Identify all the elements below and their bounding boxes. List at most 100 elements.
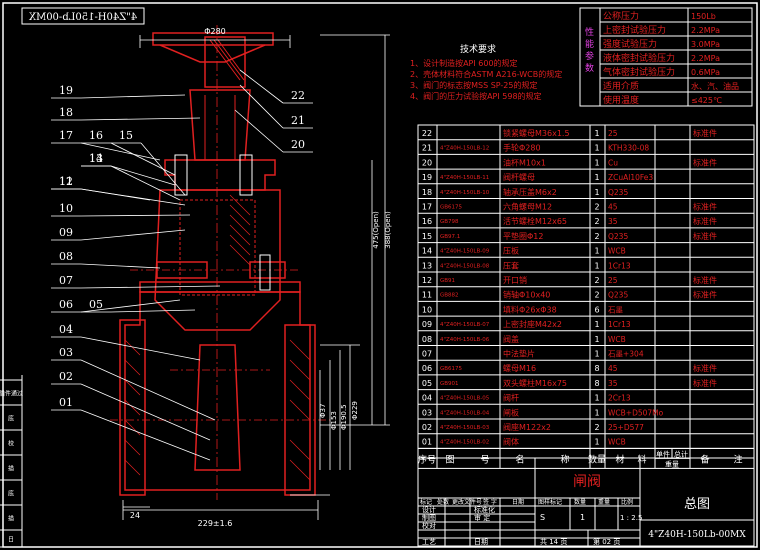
bom-material: ZCuAl10Fe3 <box>608 173 653 182</box>
bom-row: 17 GB6175 六角螺母M12 2 45 标准件 <box>422 202 717 212</box>
bom-qty: 1 <box>594 320 599 329</box>
bom-qty: 2 <box>594 276 599 285</box>
bom-index: 06 <box>422 364 432 373</box>
tb-stage-value: S <box>540 513 545 522</box>
callout-label-05: 05 <box>89 298 103 311</box>
left-strip-cell: 借件通过 <box>0 390 23 398</box>
bom-remark: 标准件 <box>693 216 717 226</box>
bom-part-name: 锁紧螺母M36x1.5 <box>503 128 570 138</box>
bom-remark: 标准件 <box>693 202 717 212</box>
bom-material: WCB+D507Mo <box>608 408 664 417</box>
bom-part-name: 压板 <box>503 246 519 256</box>
bom-part-name: 油杯M10x1 <box>503 157 546 167</box>
bom-index: 17 <box>422 203 432 212</box>
tb-check: 校对 <box>422 521 436 530</box>
perf-row-value: 3.0MPa <box>691 40 720 49</box>
bom-header-cell: 注 <box>733 453 742 465</box>
bom-qty: 1 <box>594 173 599 182</box>
callout-label-20: 20 <box>291 138 305 151</box>
callout-label-15: 15 <box>119 129 133 142</box>
bom-row: 15 GB97.1 平垫圈Φ12 2 Q235 标准件 <box>422 231 717 241</box>
tb-std: 标准化 <box>474 505 495 514</box>
perf-row-value: 150Lb <box>691 12 716 21</box>
tb-stage-label: 图样标记 <box>538 498 562 506</box>
bom-drawing-no: 4"Z40H-150LB-04 <box>440 410 490 416</box>
bom-row: 04 4"Z40H-150LB-05 阀杆 1 2Cr13 <box>422 393 631 403</box>
bom-drawing-no: 4"Z40H-150LB-06 <box>440 337 490 343</box>
bom-index: 16 <box>422 217 432 226</box>
bom-drawing-no: 4"Z40H-150LB-10 <box>440 190 490 196</box>
perf-row-value: ≤425℃ <box>691 96 722 105</box>
bom-material: KTH330-08 <box>608 144 649 153</box>
perf-row-label: 液体密封试验压力 <box>603 52 675 64</box>
bom-row: 20 油杯M10x1 1 Cu 标准件 <box>422 157 717 167</box>
title-block-type: 总图 <box>684 497 710 512</box>
tech-req-item: 4、阀门的压力试验按API 598的规定 <box>410 91 542 101</box>
mirrored-drawing-code: 4"Z40H-150Lb-00MX <box>28 12 137 23</box>
bom-index: 10 <box>422 305 432 314</box>
bom-header-cell: 备 <box>700 453 709 465</box>
tb-marks-label: 标记 <box>420 498 432 506</box>
bom-index: 03 <box>422 408 432 417</box>
bom-drawing-no: 4"Z40H-150LB-02 <box>440 440 489 446</box>
tb-qty-value: 1 <box>580 513 585 522</box>
bom-index: 01 <box>422 438 432 447</box>
bom-row: 18 4"Z40H-150LB-10 轴承压盖M6x2 1 Q235 <box>422 187 629 197</box>
bom-part-name: 双头螺柱M16x75 <box>503 378 567 388</box>
bom-material: 石墨+304 <box>608 350 644 359</box>
bom-qty: 1 <box>594 144 599 153</box>
bom-row: 07 中法垫片 1 石墨+304 <box>422 349 644 359</box>
perf-row-value: 2.2MPa <box>691 54 720 63</box>
perf-row-value: 2.2MPa <box>691 26 720 35</box>
bom-header-cell: 序号 <box>418 453 436 465</box>
bom-part-name: 阀杆螺母 <box>503 172 535 182</box>
bom-material: 1Cr13 <box>608 320 631 329</box>
dim-d1: Φ37 <box>319 404 327 418</box>
tb-sign-label: 签 字 <box>483 498 497 506</box>
bom-qty: 2 <box>594 232 599 241</box>
tech-req-item: 1、设计制造按API 600的规定 <box>410 58 518 68</box>
left-strip-cell: 描 <box>8 465 14 473</box>
bom-part-name: 阀体 <box>503 437 519 447</box>
bom-material: Q235 <box>608 188 628 197</box>
bom-row: 05 GB901 双头螺柱M16x75 8 35 标准件 <box>422 378 717 388</box>
bom-part-name: 销轴Φ10x40 <box>503 290 550 300</box>
bom-row: 06 GB6175 螺母M16 8 45 标准件 <box>422 363 717 373</box>
bom-part-name: 闸板 <box>503 407 519 417</box>
bom-header-cell: 名 <box>515 453 524 465</box>
bom-material: WCB <box>608 335 626 344</box>
perf-row-value: 0.6MPa <box>691 68 720 77</box>
cad-drawing: 4"Z40H-150Lb-00MX 借件通过底校描底描日 Φ280 475(Op… <box>0 2 758 548</box>
perf-row-label: 上密封试验压力 <box>603 24 666 36</box>
left-strip-cell: 底 <box>8 415 14 423</box>
bom-qty: 2 <box>594 217 599 226</box>
bom-qty: 1 <box>594 261 599 270</box>
bom-qty: 2 <box>594 291 599 300</box>
bom-drawing-no: 4"Z40H-150LB-07 <box>440 322 490 328</box>
bom-part-name: 阀座M122x2 <box>503 422 551 432</box>
bom-drawing-no: 4"Z40H-150LB-08 <box>440 263 490 269</box>
title-block-code: 4"Z40H-150Lb-00MX <box>648 530 746 540</box>
bom-remark: 标准件 <box>693 128 717 138</box>
bom-drawing-no: GB882 <box>440 293 459 299</box>
callout-label-03: 03 <box>59 346 73 359</box>
bom-row: 14 4"Z40H-150LB-09 压板 1 WCB <box>422 246 626 256</box>
tb-count-label: 处数 <box>437 498 449 506</box>
bom-part-name: 填料Φ26xΦ38 <box>503 304 557 314</box>
callout-label-07: 07 <box>59 274 73 287</box>
tb-craft: 工艺 <box>422 538 436 546</box>
left-strip-cell: 底 <box>8 490 14 498</box>
bom-material: 25 <box>608 129 618 138</box>
bom-row: 09 4"Z40H-150LB-07 上密封座M42x2 1 1Cr13 <box>422 319 631 329</box>
tb-weight-label: 重量 <box>598 498 610 506</box>
bom-index: 04 <box>422 394 432 403</box>
bom-header-cell: 图 <box>445 454 454 465</box>
technical-requirements: 技术要求 1、设计制造按API 600的规定2、壳体材料符合ASTM A216-… <box>410 43 562 101</box>
callout-label-10: 10 <box>59 202 73 215</box>
bom-index: 07 <box>422 350 432 359</box>
bom-part-name: 压套 <box>503 260 519 270</box>
bom-qty: 1 <box>594 438 599 447</box>
perf-row-label: 公称压力 <box>603 10 639 22</box>
bom-index: 08 <box>422 335 432 344</box>
bom-qty: 1 <box>594 129 599 138</box>
